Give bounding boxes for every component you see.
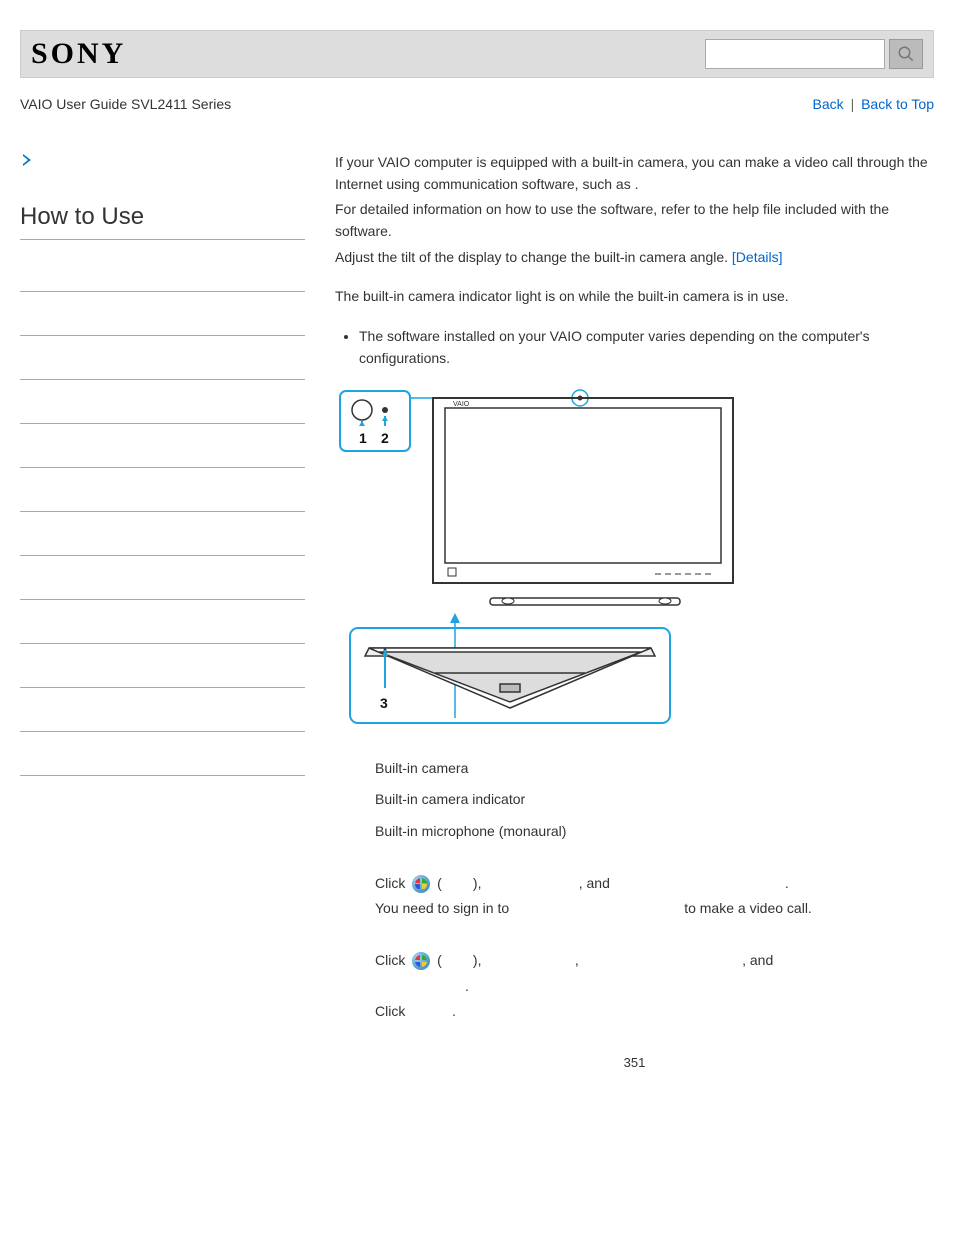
step1-and: , and bbox=[579, 875, 614, 891]
step1-click: Click bbox=[375, 875, 409, 891]
sidebar-item[interactable] bbox=[20, 248, 305, 292]
step1-line2a: You need to sign in to bbox=[375, 900, 513, 916]
step2-click: Click bbox=[375, 952, 409, 968]
sidebar-item[interactable] bbox=[20, 468, 305, 512]
windows-start-icon bbox=[412, 952, 430, 970]
chevron-right-icon bbox=[20, 152, 36, 171]
intro-line-2: For detailed information on how to use t… bbox=[335, 199, 934, 242]
step2-and: , and bbox=[742, 952, 773, 968]
sony-logo: Sony bbox=[31, 37, 126, 71]
step1-line2b: to make a video call. bbox=[684, 900, 812, 916]
intro-line-3-prefix: Adjust the tilt of the display to change… bbox=[335, 249, 732, 265]
svg-text:1: 1 bbox=[359, 430, 367, 446]
top-bar: Sony bbox=[20, 30, 934, 78]
sidebar-section-title: How to Use bbox=[20, 203, 305, 240]
intro-text-suffix: . bbox=[635, 176, 639, 192]
svg-text:3: 3 bbox=[380, 695, 388, 711]
sidebar-item[interactable] bbox=[20, 512, 305, 556]
note-list: The software installed on your VAIO comp… bbox=[335, 326, 934, 369]
windows-start-icon bbox=[412, 875, 430, 893]
callout-item-3: Built-in microphone (monaural) bbox=[375, 821, 934, 843]
sidebar-item[interactable] bbox=[20, 644, 305, 688]
page-number: 351 bbox=[335, 1053, 934, 1073]
back-link[interactable]: Back bbox=[813, 96, 844, 112]
sidebar-item[interactable] bbox=[20, 380, 305, 424]
link-separator: | bbox=[851, 96, 855, 112]
sidebar-item[interactable] bbox=[20, 732, 305, 776]
step2-line2-period: . bbox=[452, 1003, 456, 1019]
note-item: The software installed on your VAIO comp… bbox=[359, 326, 934, 369]
step2-comma: , bbox=[575, 952, 583, 968]
sidebar-item[interactable] bbox=[20, 292, 305, 336]
sidebar-item[interactable] bbox=[20, 556, 305, 600]
step1-period: . bbox=[785, 875, 789, 891]
search-input[interactable] bbox=[705, 39, 885, 69]
step1-paren-open: ( bbox=[437, 875, 442, 891]
main-content: If your VAIO computer is equipped with a… bbox=[305, 152, 934, 1073]
camera-diagram: 1 2 VAIO bbox=[335, 388, 934, 738]
callout-list: Built-in camera Built-in camera indicato… bbox=[335, 758, 934, 843]
sidebar-item[interactable] bbox=[20, 336, 305, 380]
guide-title: VAIO User Guide SVL2411 Series bbox=[20, 96, 231, 112]
sub-header: VAIO User Guide SVL2411 Series Back | Ba… bbox=[20, 96, 934, 112]
step2-paren-close: ), bbox=[473, 952, 485, 968]
step2-line2-click: Click bbox=[375, 1003, 409, 1019]
details-link[interactable]: [Details] bbox=[732, 249, 783, 265]
intro-block: If your VAIO computer is equipped with a… bbox=[335, 152, 934, 268]
svg-text:VAIO: VAIO bbox=[453, 401, 470, 408]
indicator-note: The built-in camera indicator light is o… bbox=[335, 286, 934, 308]
search-icon bbox=[897, 45, 915, 63]
back-to-top-link[interactable]: Back to Top bbox=[861, 96, 934, 112]
callout-item-1: Built-in camera bbox=[375, 758, 934, 780]
step1-paren-close: ), bbox=[473, 875, 485, 891]
sidebar-nav-list bbox=[20, 248, 305, 776]
search-box bbox=[705, 39, 923, 69]
sidebar-item[interactable] bbox=[20, 600, 305, 644]
sidebar-item[interactable] bbox=[20, 424, 305, 468]
sidebar: How to Use bbox=[20, 152, 305, 1073]
step-block-2: Click ( ), , , and . bbox=[335, 950, 934, 1023]
svg-text:2: 2 bbox=[381, 430, 389, 446]
search-button[interactable] bbox=[889, 39, 923, 69]
step-block-1: Click ( ), , and . You need to s bbox=[335, 873, 934, 920]
sidebar-item[interactable] bbox=[20, 688, 305, 732]
intro-text-prefix: If your VAIO computer is equipped with a… bbox=[335, 154, 928, 192]
nav-links: Back | Back to Top bbox=[813, 96, 934, 112]
step2-period: . bbox=[465, 978, 469, 994]
callout-item-2: Built-in camera indicator bbox=[375, 789, 934, 811]
step2-paren-open: ( bbox=[437, 952, 442, 968]
